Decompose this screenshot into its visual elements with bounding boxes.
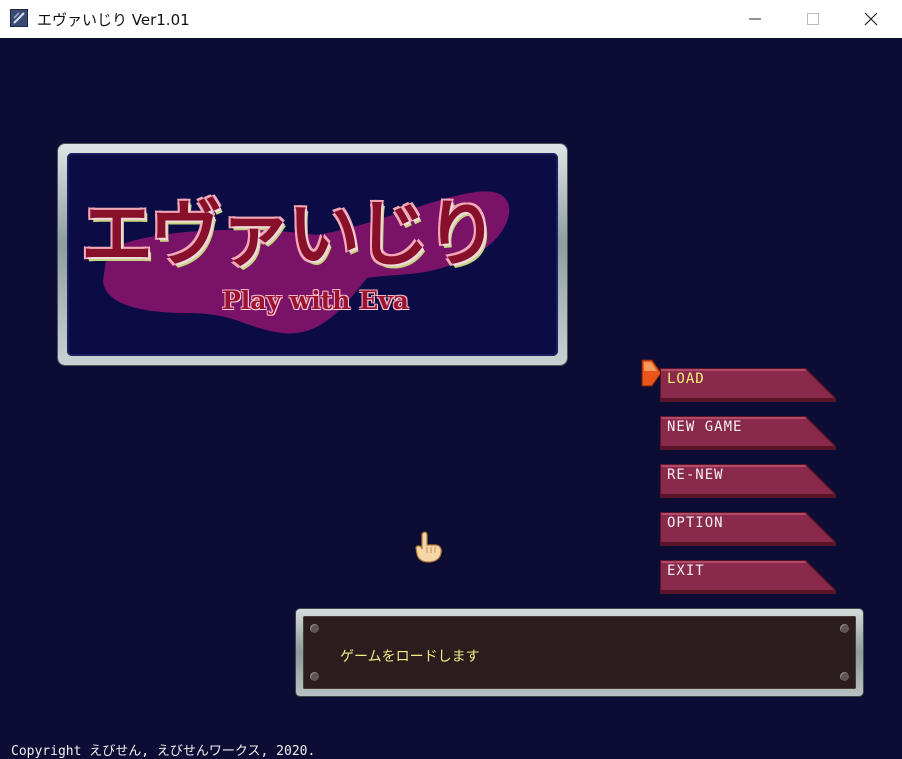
copyright-text: Copyright えびせん, えびせんワークス, 2020.: [11, 744, 316, 759]
option-label: OPTION: [667, 515, 724, 531]
title-logo-inner: エヴァいじり Play with Eva: [67, 153, 558, 356]
rivet: [310, 672, 319, 681]
re-new-label: RE-NEW: [667, 467, 724, 483]
game-title: エヴァいじり: [81, 191, 498, 276]
game-screen[interactable]: エヴァいじり Play with Eva LOAD NEW GAME RE-NE…: [0, 38, 902, 759]
load-label: LOAD: [667, 371, 705, 387]
minimize-icon: [749, 18, 761, 20]
new-game-button[interactable]: NEW GAME: [660, 416, 836, 450]
load-button[interactable]: LOAD: [660, 368, 836, 402]
maximize-button[interactable]: [784, 0, 842, 38]
close-button[interactable]: [842, 0, 900, 38]
window-title: エヴァいじり Ver1.01: [37, 11, 190, 29]
hand-pointer-icon: [415, 531, 442, 563]
title-logo-panel: エヴァいじり Play with Eva: [58, 144, 567, 365]
exit-button[interactable]: EXIT: [660, 560, 836, 594]
exit-label: EXIT: [667, 563, 705, 579]
arrow-selector-icon: [641, 359, 662, 387]
re-new-button[interactable]: RE-NEW: [660, 464, 836, 498]
close-icon: [864, 12, 878, 26]
rivet: [310, 624, 319, 633]
maximize-icon: [807, 13, 819, 25]
rivet: [840, 624, 849, 633]
message-window-inner: ゲームをロードします: [303, 616, 856, 689]
minimize-button[interactable]: [726, 0, 784, 38]
app-icon[interactable]: [10, 9, 28, 27]
title-bar: エヴァいじり Ver1.01: [0, 0, 902, 39]
message-window: ゲームをロードします: [296, 609, 863, 696]
game-subtitle: Play with Eva: [222, 286, 409, 315]
rivet: [840, 672, 849, 681]
message-text: ゲームをロードします: [340, 649, 480, 665]
option-button[interactable]: OPTION: [660, 512, 836, 546]
new-game-label: NEW GAME: [667, 419, 743, 435]
